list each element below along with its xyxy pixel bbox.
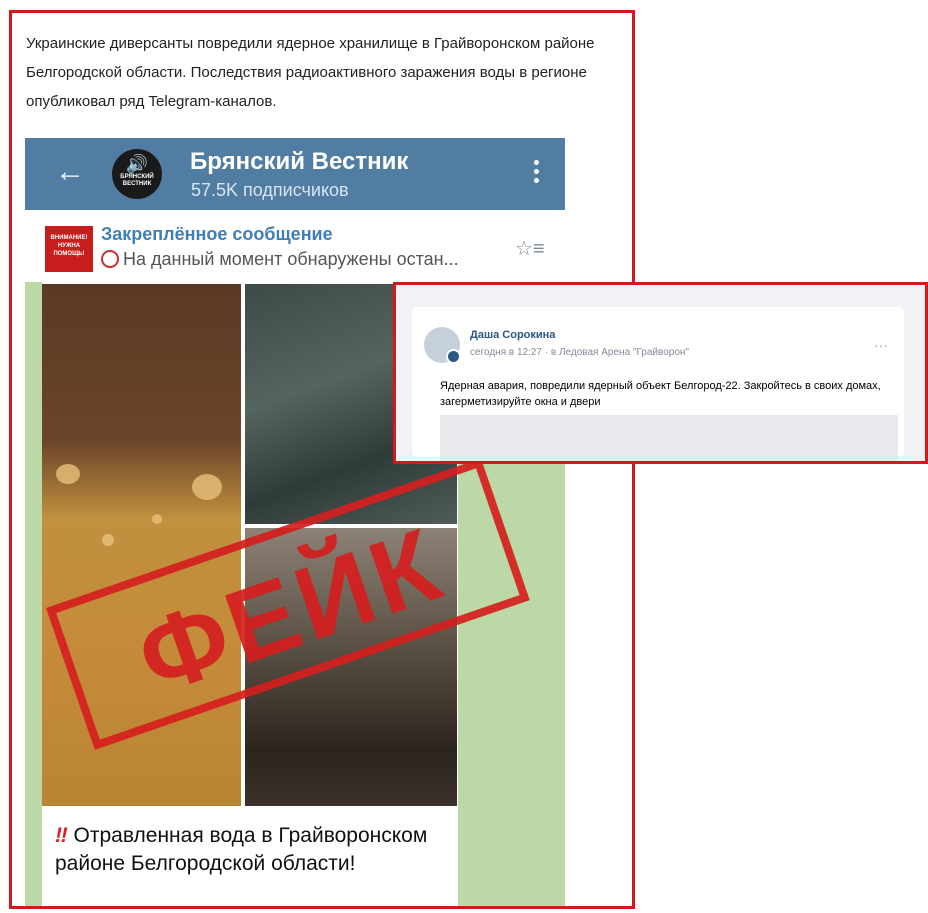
pinned-title: Закреплённое сообщение [101,224,333,244]
message-body: Отравленная вода в Грайворонском районе … [55,824,428,875]
pinned-text-row: На данный момент обнаружены остан... [101,249,459,270]
arrow-left-icon[interactable]: ← [55,156,85,188]
author-name[interactable]: Даша Сорокина [470,329,555,341]
more-menu-icon[interactable] [530,160,542,190]
channel-avatar[interactable]: 🔊 БРЯНСКИЙ ВЕСТНИК [112,149,162,199]
vk-post-media[interactable] [440,415,898,461]
vk-post-text: Ядерная авария, повредили ядерный объект… [440,380,881,408]
post-meta: сегодня в 12:27 · в Ледовая Арена "Грайв… [470,347,689,358]
post-time[interactable]: сегодня в 12:27 [470,347,542,358]
vk-post-frame: Даша Сорокина сегодня в 12:27 · в Ледова… [393,282,928,464]
avatar-text: БРЯНСКИЙ ВЕСТНИК [120,174,154,187]
article-lead-text: Украинские диверсанты повредили ядерное … [26,35,595,110]
online-badge-icon [446,349,461,364]
telegram-header: ← 🔊 БРЯНСКИЙ ВЕСТНИК Брянский Вестник 57… [25,138,565,210]
pinned-text: На данный момент обнаружены остан... [123,249,459,269]
double-exclamation-icon: ‼ [55,824,68,847]
pinned-message-bar[interactable]: ВНИМАНИЕ! НУЖНА ПОМОЩЬ! Закреплённое соо… [25,210,565,283]
pinned-thumbnail: ВНИМАНИЕ! НУЖНА ПОМОЩЬ! [45,226,93,272]
pin-list-icon[interactable]: ☆≡ [515,236,545,261]
message-text: ‼ Отравленная вода в Грайворонском район… [55,822,435,878]
subscribers-count: 57.5K подписчиков [191,180,349,200]
channel-title[interactable]: Брянский Вестник [190,148,408,176]
speaker-icon: 🔊 [125,154,149,174]
clock-icon [101,250,119,268]
post-location[interactable]: в Ледовая Арена "Грайворон" [551,347,689,358]
user-avatar[interactable] [424,327,461,364]
post-menu-icon[interactable]: ··· [874,337,888,353]
meta-separator: · [544,347,549,358]
